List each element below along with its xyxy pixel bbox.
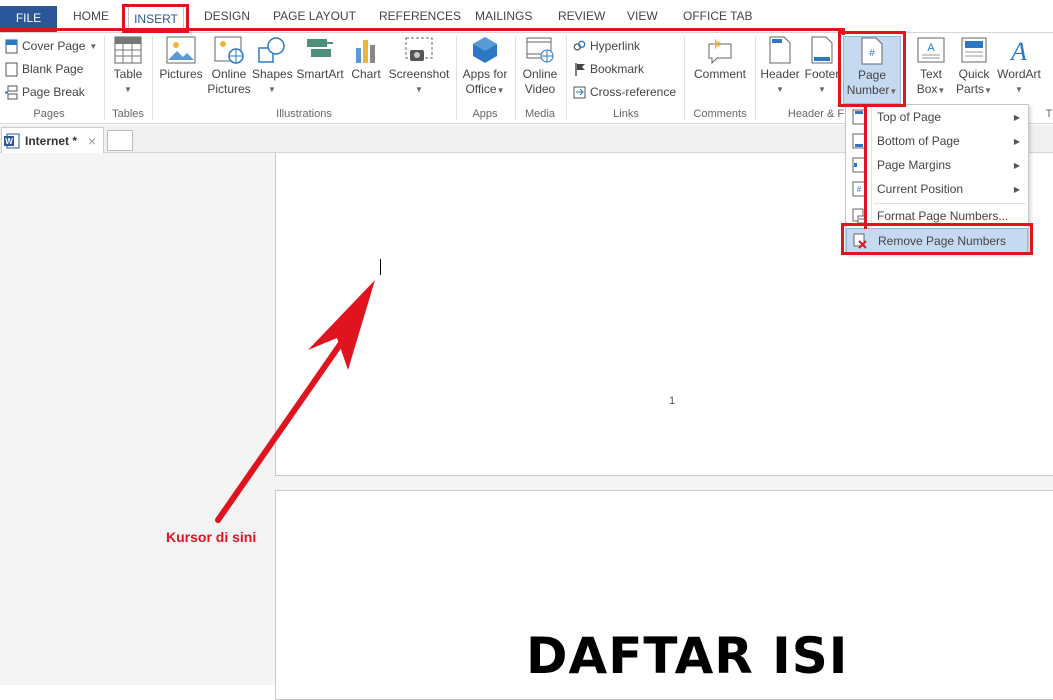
annotation-arrow [215, 280, 375, 523]
annotation-label: Kursor di sini [166, 529, 257, 545]
annotation-arrow-head [308, 280, 375, 370]
annotation-arrow-shaft [215, 333, 349, 523]
